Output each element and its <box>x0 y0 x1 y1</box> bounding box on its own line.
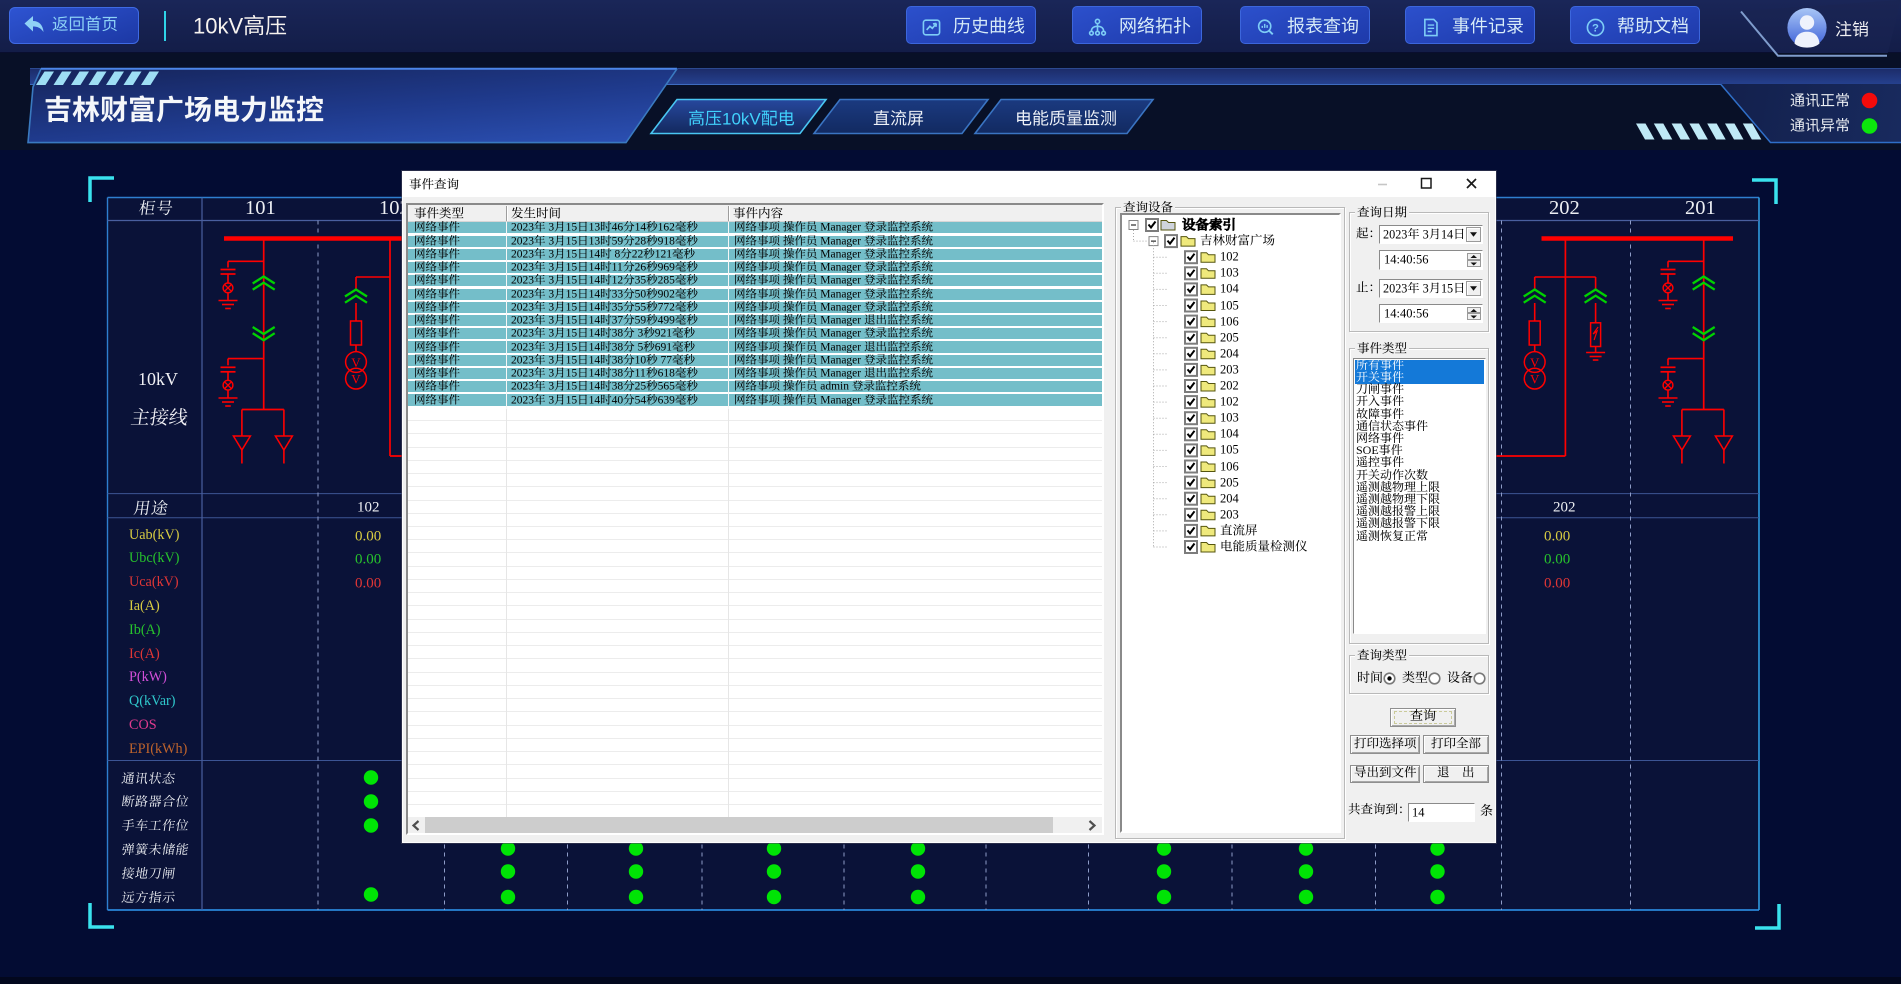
svg-text:14:40:56: 14:40:56 <box>1384 252 1428 266</box>
svg-text:3: 3 <box>1423 281 1429 295</box>
svg-text:14: 14 <box>1412 805 1425 819</box>
svg-text:2023: 2023 <box>1383 281 1407 295</box>
svg-text:SOE: SOE <box>1356 443 1379 457</box>
svg-text:14: 14 <box>1441 227 1453 241</box>
svg-text:15: 15 <box>1441 281 1453 295</box>
svg-text:14:40:56: 14:40:56 <box>1384 306 1428 320</box>
svg-text:2023: 2023 <box>1383 227 1407 241</box>
svg-text:3: 3 <box>1423 227 1429 241</box>
